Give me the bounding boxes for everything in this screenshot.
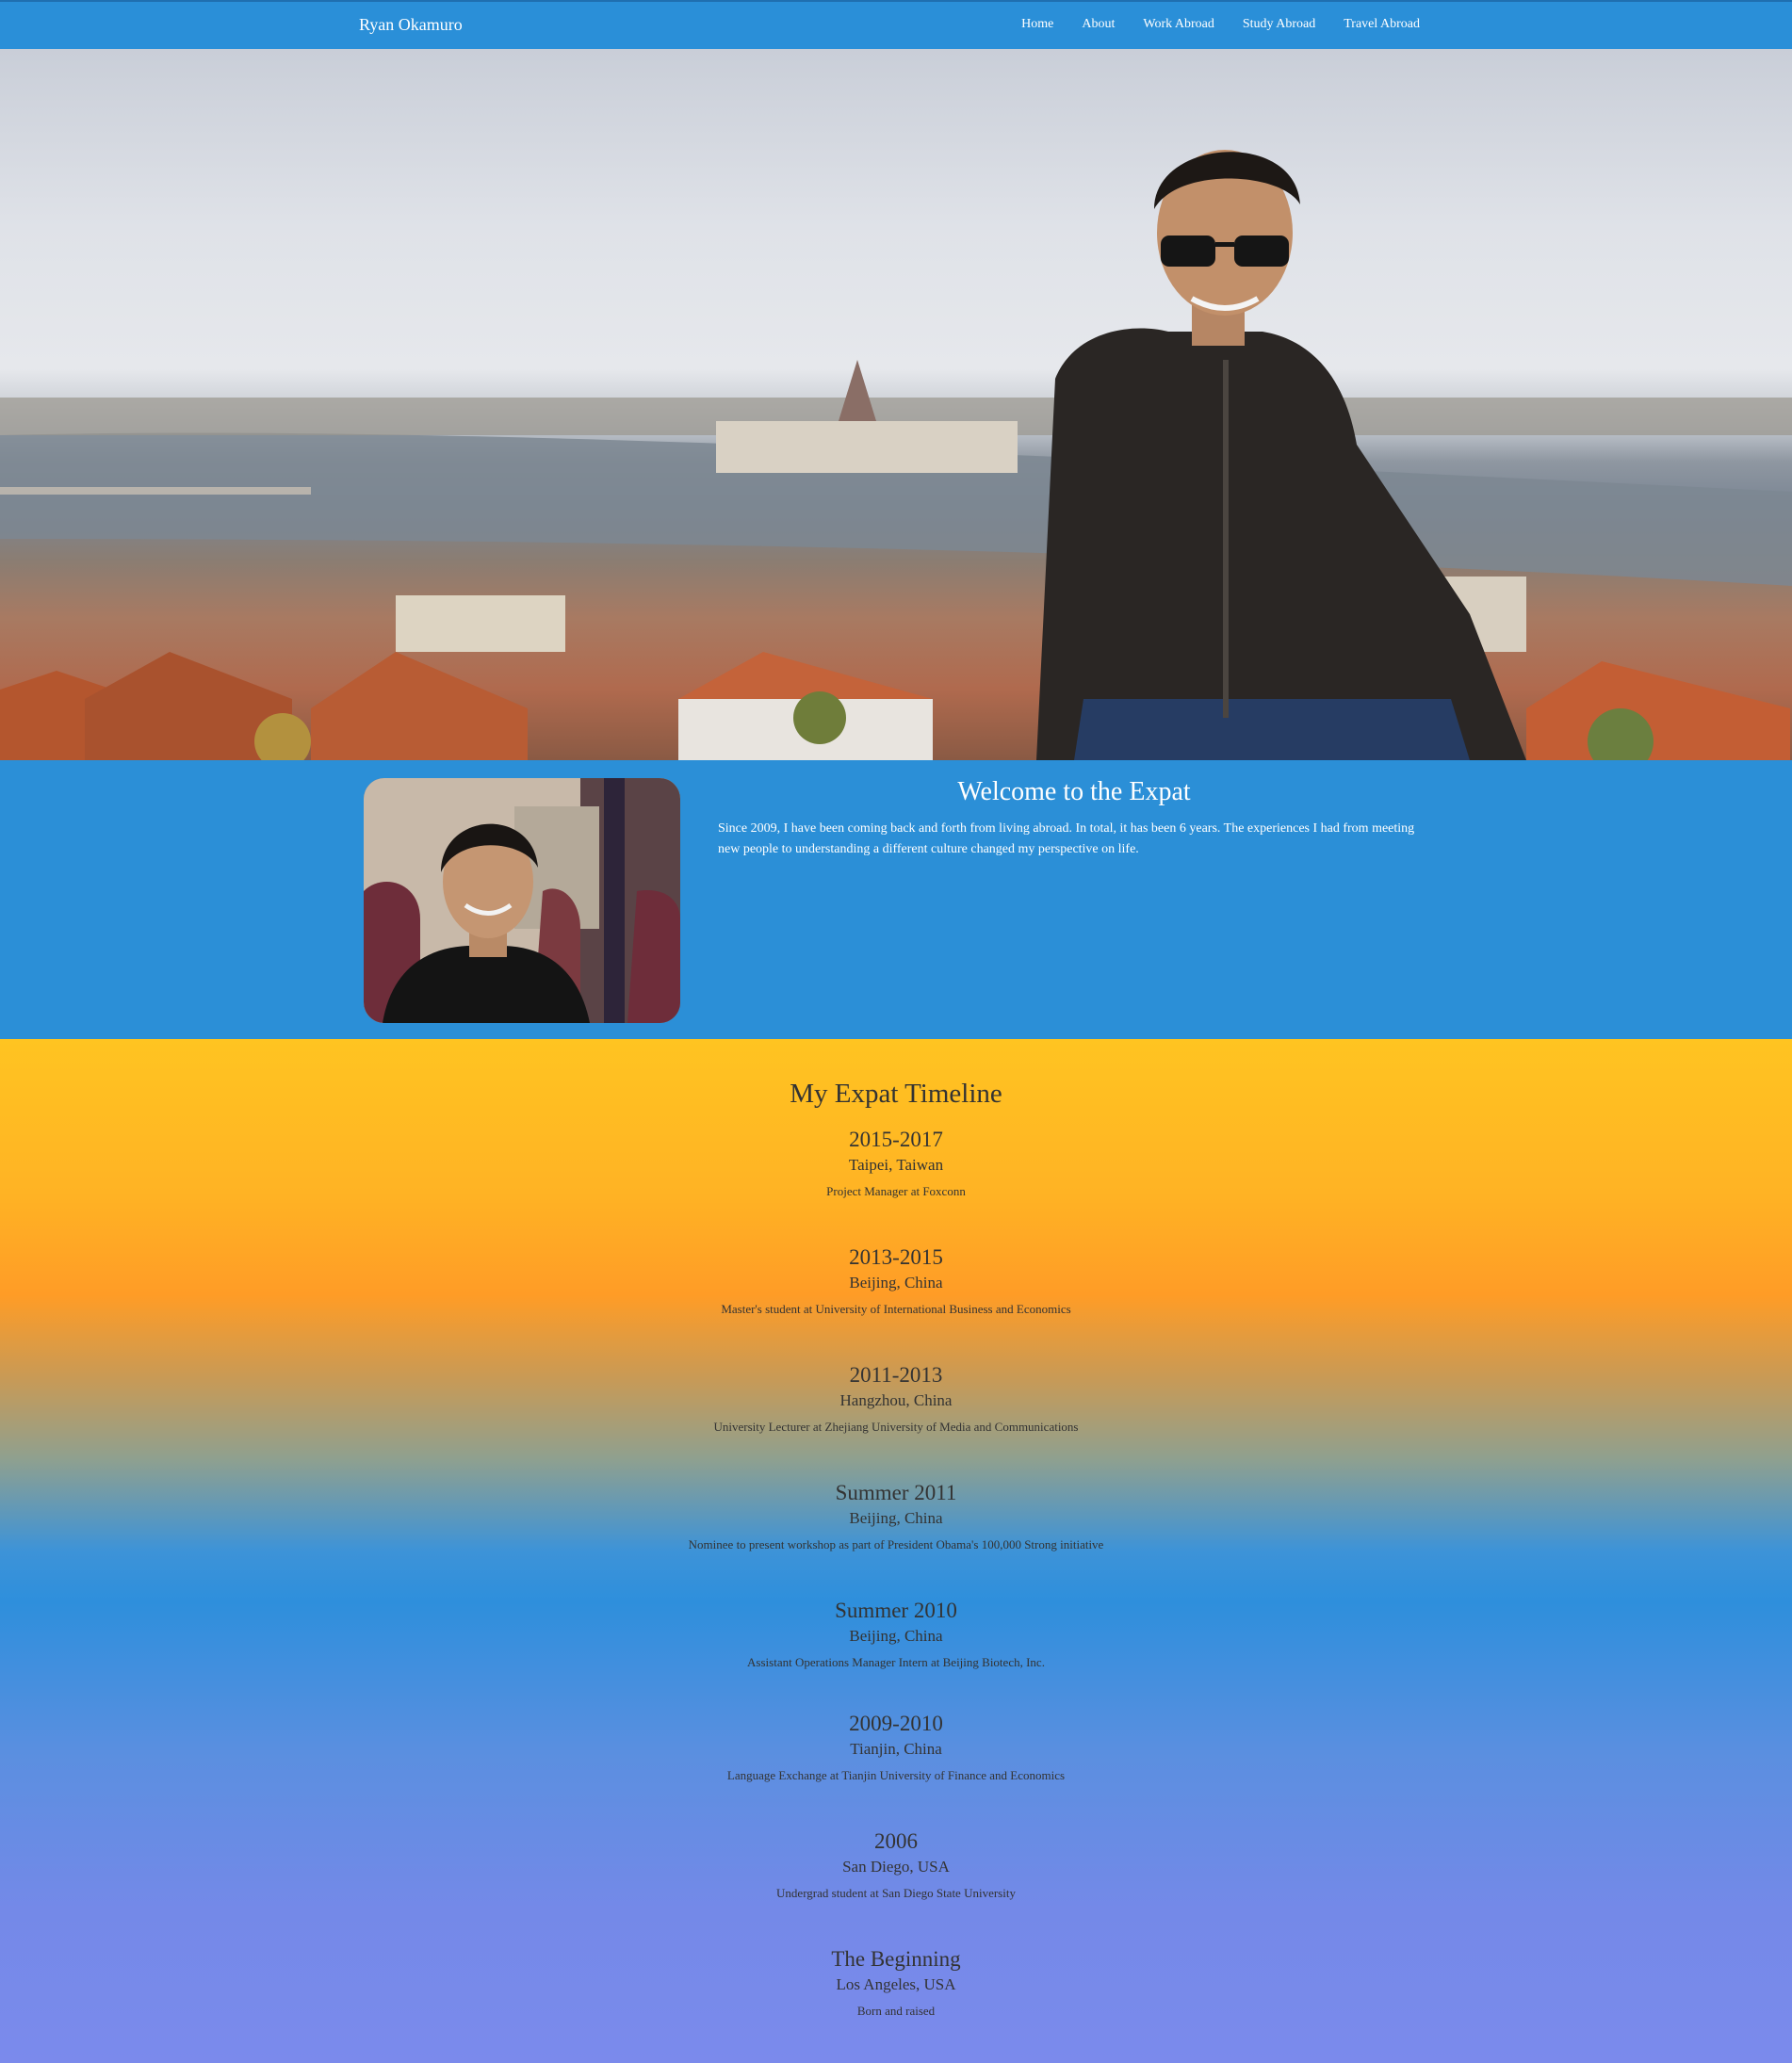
profile-photo: [364, 778, 680, 1023]
welcome-title: Welcome to the Expat: [957, 777, 1191, 806]
timeline-year: The Beginning: [831, 1947, 961, 1971]
hero-image: [0, 49, 1792, 760]
timeline-desc: Master's student at University of Intern…: [721, 1302, 1071, 1316]
timeline-entry: 2015-2017 Taipei, Taiwan Project Manager…: [0, 1127, 1792, 1200]
timeline-year: 2013-2015: [849, 1245, 943, 1269]
timeline-desc: Born and raised: [856, 2004, 936, 2018]
timeline-desc: Undergrad student at San Diego State Uni…: [776, 1886, 1016, 1900]
nav-travel-abroad[interactable]: Travel Abroad: [1344, 17, 1420, 32]
timeline-entry: The Beginning Los Angeles, USA Born and …: [0, 1946, 1792, 2020]
timeline-place: Beijing, China: [849, 1509, 943, 1527]
timeline-year: Summer 2011: [835, 1481, 957, 1504]
nav-work-abroad[interactable]: Work Abroad: [1143, 17, 1214, 32]
timeline-place: Beijing, China: [849, 1274, 943, 1291]
hero-person: [1036, 150, 1526, 760]
timeline-entry: 2011-2013 Hangzhou, China University Lec…: [0, 1362, 1792, 1436]
welcome-text: Since 2009, I have been coming back and …: [718, 821, 1415, 856]
timeline-place: Tianjin, China: [850, 1740, 942, 1758]
hero-cityscape-illustration: [0, 150, 1792, 760]
timeline-place: Hangzhou, China: [839, 1391, 953, 1409]
timeline-entry: 2009-2010 Tianjin, China Language Exchan…: [0, 1711, 1792, 1784]
nav-home[interactable]: Home: [1021, 17, 1053, 32]
timeline-year: 2009-2010: [849, 1712, 943, 1735]
nav-study-abroad[interactable]: Study Abroad: [1243, 17, 1315, 32]
timeline-year: Summer 2010: [835, 1599, 957, 1622]
timeline-entry: Summer 2011 Beijing, China Nominee to pr…: [0, 1480, 1792, 1553]
timeline-desc: University Lecturer at Zhejiang Universi…: [713, 1420, 1079, 1434]
timeline-year: 2015-2017: [849, 1128, 943, 1151]
timeline-desc: Language Exchange at Tianjin University …: [726, 1768, 1066, 1782]
timeline-desc: Project Manager at Foxconn: [826, 1184, 966, 1198]
timeline-year: 2006: [874, 1829, 918, 1853]
top-navbar: Ryan Okamuro Home About Work Abroad Stud…: [0, 0, 1792, 49]
timeline-desc: Nominee to present workshop as part of P…: [688, 1537, 1104, 1551]
timeline-place: San Diego, USA: [842, 1858, 950, 1876]
timeline-place: Los Angeles, USA: [836, 1975, 956, 1993]
nav-about[interactable]: About: [1082, 17, 1115, 32]
timeline-place: Beijing, China: [849, 1627, 943, 1645]
timeline-entry: 2013-2015 Beijing, China Master's studen…: [0, 1244, 1792, 1318]
timeline-entry: 2006 San Diego, USA Undergrad student at…: [0, 1828, 1792, 1902]
timeline-section: My Expat Timeline 2015-2017 Taipei, Taiw…: [0, 1039, 1792, 2063]
timeline-year: 2011-2013: [849, 1363, 943, 1387]
nav-links: Home About Work Abroad Study Abroad Trav…: [1021, 17, 1420, 32]
timeline-place: Taipei, Taiwan: [848, 1156, 944, 1174]
timeline-entry: Summer 2010 Beijing, China Assistant Ope…: [0, 1598, 1792, 1671]
timeline-title: My Expat Timeline: [790, 1079, 1002, 1109]
brand-link[interactable]: Ryan Okamuro: [359, 15, 463, 35]
timeline-desc: Assistant Operations Manager Intern at B…: [747, 1655, 1045, 1669]
welcome-section: Welcome to the Expat Since 2009, I have …: [0, 760, 1792, 1039]
